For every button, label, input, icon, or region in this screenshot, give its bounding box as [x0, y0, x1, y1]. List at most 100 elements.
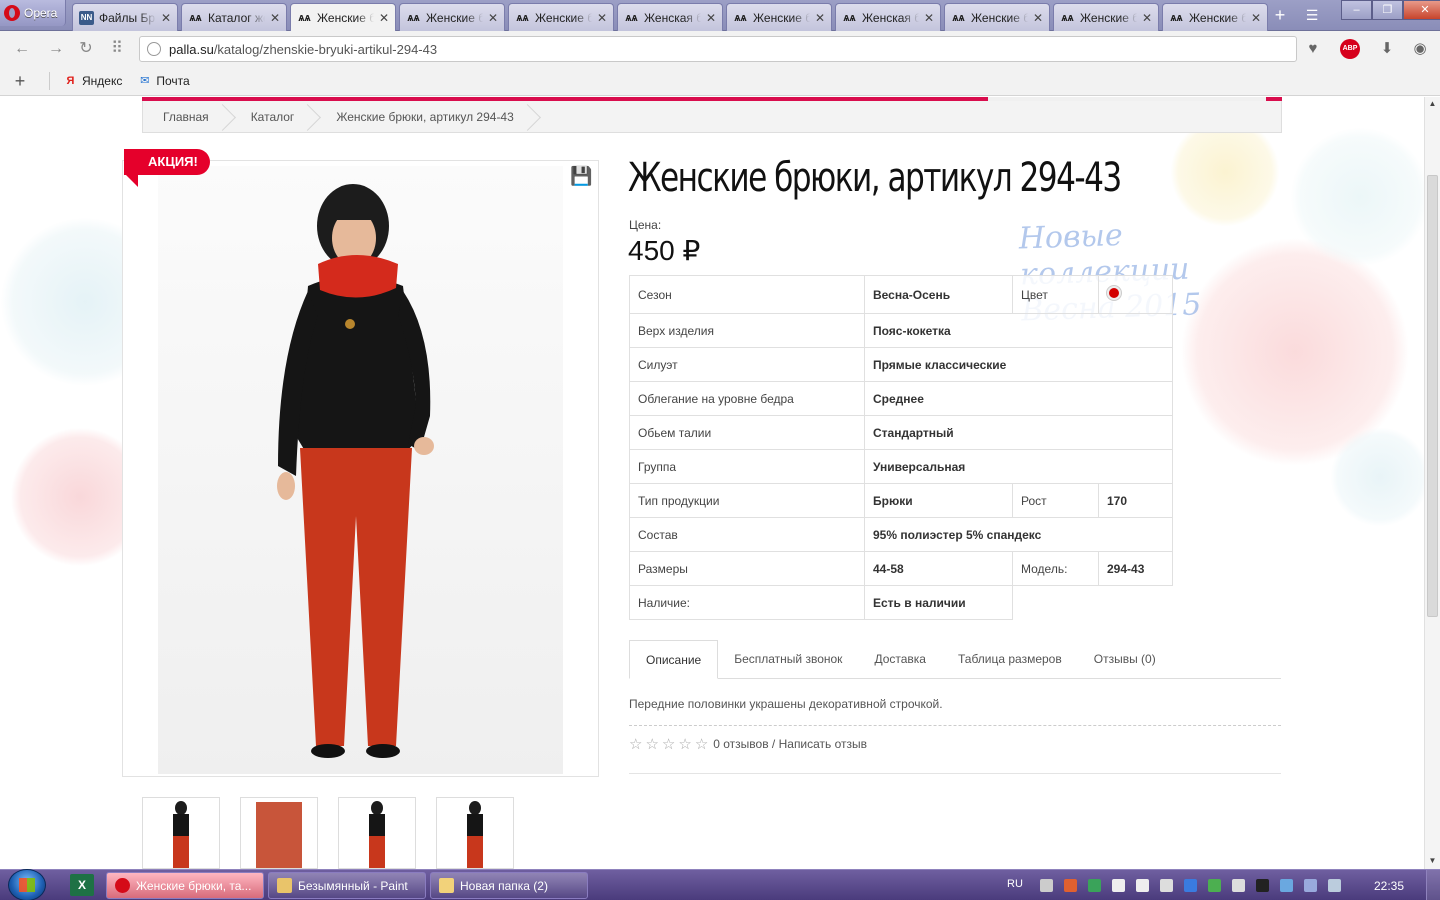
reload-icon[interactable]: ↻	[76, 39, 96, 59]
bookmark-mail[interactable]: ✉ Почта	[138, 74, 189, 88]
tray-icon[interactable]	[1136, 879, 1149, 892]
account-icon[interactable]: ◉	[1410, 39, 1430, 59]
price-value: 450 ₽	[628, 235, 701, 266]
add-bookmark-icon[interactable]: +	[13, 71, 27, 92]
url-field[interactable]: palla.su/katalog/zhenskie-bryuki-artikul…	[139, 36, 1297, 62]
close-icon[interactable]: ✕	[1142, 11, 1152, 25]
scroll-thumb[interactable]	[1427, 175, 1438, 617]
close-icon[interactable]: ✕	[706, 11, 716, 25]
bookmark-yandex[interactable]: Я Яндекс	[64, 74, 123, 88]
clock[interactable]: 22:35	[1374, 879, 1404, 893]
show-desktop-button[interactable]	[1426, 870, 1440, 900]
product-photo[interactable]	[158, 166, 563, 774]
browser-tab[interactable]: ѧѧ Женская блузка ✕	[835, 3, 941, 31]
spec-empty	[1013, 586, 1173, 620]
tray-icon[interactable]	[1256, 879, 1269, 892]
browser-tab[interactable]: ѧѧ Женские брюки ✕	[508, 3, 614, 31]
volume-icon[interactable]	[1232, 879, 1245, 892]
palla-favicon-icon: ѧѧ	[734, 11, 747, 24]
palla-favicon-icon: ѧѧ	[189, 11, 202, 24]
tray-icon[interactable]	[1112, 879, 1125, 892]
excel-icon[interactable]: X	[70, 874, 94, 896]
tab-delivery[interactable]: Доставка	[858, 640, 942, 679]
reviews-link[interactable]: 0 отзывов / Написать отзыв	[713, 737, 867, 751]
page-scrollbar[interactable]: ▲ ▼	[1424, 97, 1440, 869]
tab-description[interactable]: Описание	[629, 640, 719, 679]
maximize-icon[interactable]: ❐	[1372, 0, 1403, 20]
tab-menu-icon[interactable]: ☰	[1302, 5, 1322, 25]
tab-size-chart[interactable]: Таблица размеров	[942, 640, 1078, 679]
download-icon[interactable]: ⬇	[1377, 39, 1397, 59]
new-tab-plus-icon[interactable]: +	[1270, 5, 1290, 25]
scroll-up-icon[interactable]: ▲	[1425, 97, 1440, 111]
tab-free-call[interactable]: Бесплатный звонок	[718, 640, 858, 679]
windows-taskbar: X Женские брюки, та... Безымянный - Pain…	[0, 869, 1440, 900]
opera-menu-button[interactable]: Opera	[0, 0, 66, 26]
tray-icon[interactable]	[1328, 879, 1341, 892]
tab-reviews[interactable]: Отзывы (0)	[1078, 640, 1172, 679]
start-button[interactable]	[8, 869, 46, 900]
forward-icon[interactable]: →	[46, 39, 66, 59]
shield-icon[interactable]	[1088, 879, 1101, 892]
bookmarks-bar: + Я Яндекс ✉ Почта	[0, 67, 1440, 96]
tray-icon[interactable]	[1064, 879, 1077, 892]
specs-table: Сезон Весна-Осень Цвет Верх изделия Пояс…	[629, 275, 1173, 620]
close-icon[interactable]: ✕	[1033, 11, 1043, 25]
thumbnail[interactable]	[240, 797, 318, 869]
language-indicator[interactable]: RU	[1007, 878, 1023, 890]
tray-icon[interactable]	[1280, 879, 1293, 892]
browser-tab[interactable]: ѧѧ Женские брюки ✕	[1053, 3, 1159, 31]
spec-label: Размеры	[629, 551, 865, 586]
taskbar-item-opera[interactable]: Женские брюки, та...	[106, 872, 264, 899]
adblock-icon[interactable]: ABP	[1340, 39, 1360, 59]
browser-tab[interactable]: ѧѧ Женская блузка ✕	[617, 3, 723, 31]
save-image-icon[interactable]: 💾	[570, 165, 592, 187]
thumbnail-figure	[173, 801, 189, 868]
close-icon[interactable]: ✕	[488, 11, 498, 25]
browser-tab[interactable]: ѧѧ Женские брюки ✕	[726, 3, 832, 31]
heart-icon[interactable]: ♥	[1303, 39, 1323, 59]
close-icon[interactable]: ✕	[924, 11, 934, 25]
star-icon: ☆	[661, 736, 676, 753]
thumbnail[interactable]	[338, 797, 416, 869]
breadcrumb-home[interactable]: Главная	[143, 101, 231, 133]
color-swatch[interactable]	[1107, 286, 1121, 300]
browser-tab[interactable]: ѧѧ Каталог женской ✕	[181, 3, 287, 31]
thumbnail[interactable]	[436, 797, 514, 869]
close-icon[interactable]: ✕	[815, 11, 825, 25]
network-signal-icon[interactable]	[1160, 879, 1173, 892]
browser-tab[interactable]: ѧѧ Женские брюки ✕	[399, 3, 505, 31]
close-icon[interactable]: ✕	[270, 11, 280, 25]
taskbar-label: Новая папка (2)	[460, 878, 548, 893]
spec-value: Универсальная	[864, 449, 1173, 484]
tray-icon[interactable]	[1184, 879, 1197, 892]
tray-icon[interactable]	[1040, 879, 1053, 892]
browser-tab[interactable]: NN Файлы Брюки ✕	[72, 3, 178, 31]
thumbnail[interactable]	[142, 797, 220, 869]
nn-favicon-icon: NN	[79, 10, 94, 25]
close-icon[interactable]: ✕	[379, 11, 389, 25]
breadcrumb-catalog[interactable]: Каталог	[231, 101, 317, 133]
back-icon[interactable]: ←	[12, 39, 32, 59]
background-flower	[1330, 427, 1424, 527]
close-icon[interactable]: ✕	[1251, 11, 1261, 25]
tray-icon[interactable]	[1208, 879, 1221, 892]
browser-tab[interactable]: ѧѧ Женские брюки ✕	[1162, 3, 1268, 31]
tray-icon[interactable]	[1304, 879, 1317, 892]
taskbar-item-folder[interactable]: Новая папка (2)	[430, 872, 588, 899]
spec-value: Стандартный	[864, 415, 1173, 450]
close-icon[interactable]: ✕	[161, 11, 171, 25]
browser-tab-active[interactable]: ѧѧ Женские брюки ✕	[290, 3, 396, 32]
window-close-icon[interactable]: ✕	[1403, 0, 1440, 20]
close-icon[interactable]: ✕	[597, 11, 607, 25]
background-flower	[1290, 127, 1424, 267]
taskbar-item-paint[interactable]: Безымянный - Paint	[268, 872, 426, 899]
scroll-down-icon[interactable]: ▼	[1425, 854, 1440, 868]
minimize-icon[interactable]: –	[1341, 0, 1372, 20]
tab-title: Файлы Брюки	[99, 10, 156, 25]
url-text[interactable]: palla.su/katalog/zhenskie-bryuki-artikul…	[169, 42, 437, 57]
speed-dial-grid-icon[interactable]: ⠿	[107, 39, 127, 59]
site-info-icon[interactable]	[147, 42, 161, 56]
browser-tab[interactable]: ѧѧ Женские брюки ✕	[944, 3, 1050, 31]
spec-label: Облегание на уровне бедра	[629, 381, 865, 416]
